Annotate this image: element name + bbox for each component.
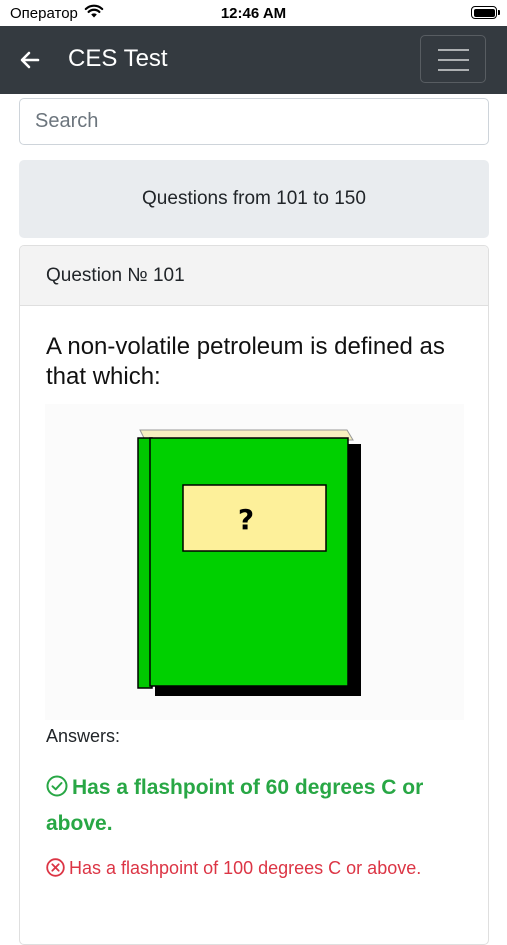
check-circle-icon <box>46 774 68 807</box>
svg-text:?: ? <box>238 503 254 536</box>
status-time: 12:46 AM <box>220 5 287 22</box>
questions-range-label: Questions from 101 to 150 <box>142 188 366 209</box>
top-navbar: CES Test <box>0 26 507 94</box>
menu-bar-bottom <box>438 69 469 71</box>
question-number: Question № 101 <box>46 264 185 286</box>
question-card: Question № 101 A non-volatile petroleum … <box>19 245 489 945</box>
book-question-icon: ? <box>137 429 361 696</box>
answer-wrong[interactable]: Has a flashpoint of 100 degrees C or abo… <box>46 858 476 882</box>
answer-correct-text: Has a flashpoint of 60 degrees C or abov… <box>46 776 424 835</box>
question-text: A non-volatile petroleum is defined as t… <box>46 333 445 390</box>
answer-wrong-text: Has a flashpoint of 100 degrees C or abo… <box>69 858 422 878</box>
search-input[interactable] <box>19 98 489 145</box>
back-arrow-icon[interactable] <box>16 46 44 74</box>
answers-label: Answers: <box>46 726 121 746</box>
questions-range-button[interactable]: Questions from 101 to 150 <box>19 160 489 238</box>
status-bar: Оператор 12:46 AM <box>0 0 507 26</box>
menu-bar-middle <box>438 59 469 61</box>
answer-correct[interactable]: Has a flashpoint of 60 degrees C or abov… <box>46 771 466 840</box>
question-header: Question № 101 <box>20 246 488 306</box>
menu-bar-top <box>438 49 469 51</box>
page-title: CES Test <box>68 45 168 72</box>
question-image: ? <box>45 404 464 720</box>
battery-icon <box>471 6 500 19</box>
x-circle-icon <box>46 858 65 882</box>
hamburger-menu-button[interactable] <box>420 35 486 83</box>
